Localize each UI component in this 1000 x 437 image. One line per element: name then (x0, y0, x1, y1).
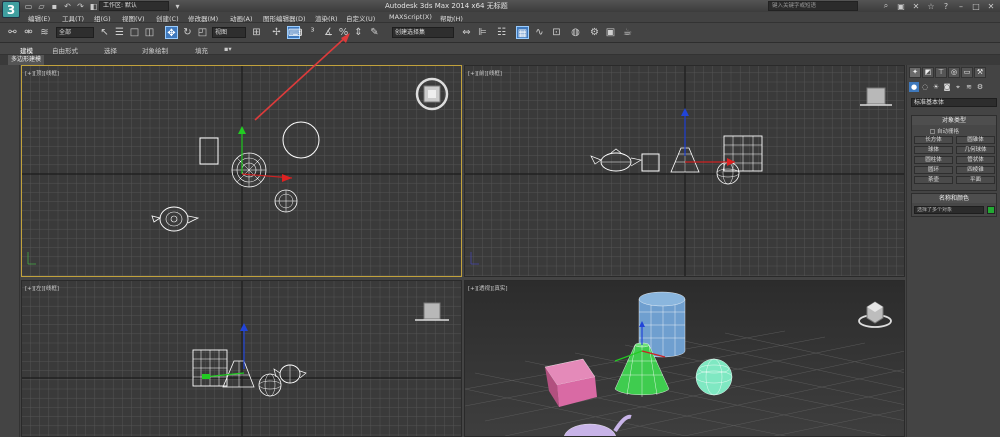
viewport-label-perspective[interactable]: [+][透视][真实] (468, 284, 507, 292)
command-panel-tabs: ✦ ◩ ⊤ ◎ ▭ ⚒ (909, 67, 986, 78)
lights-icon[interactable]: ☀ (931, 82, 941, 92)
checkbox-box[interactable] (930, 129, 935, 134)
annotation-arrow-overlay (254, 33, 350, 121)
space-warps-icon[interactable]: ≋ (964, 82, 974, 92)
display-tab-icon[interactable]: ▭ (961, 67, 973, 78)
geometry-icon[interactable]: ● (909, 82, 919, 92)
plane-button[interactable]: 平面 (956, 176, 995, 184)
torus-button[interactable]: 圆环 (914, 166, 953, 174)
create-categories: ● ◌ ☀ ◙ ⌖ ≋ ⚙ (909, 82, 985, 92)
viewport-label-top[interactable]: [+][顶][线框] (25, 69, 59, 77)
box-button[interactable]: 长方体 (914, 136, 953, 144)
command-panel: ✦ ◩ ⊤ ◎ ▭ ⚒ ● ◌ ☀ ◙ ⌖ ≋ ⚙ 标准基本体 对象类型 自动栅… (906, 65, 1000, 437)
teapot-button[interactable]: 茶壶 (914, 176, 953, 184)
primitive-category-dropdown[interactable]: 标准基本体 (911, 98, 997, 107)
autogrid-checkbox[interactable]: 自动栅格 (930, 127, 959, 135)
annotation-arrow-head (341, 33, 350, 43)
viewport-label-front[interactable]: [+][前][线框] (468, 69, 502, 77)
cameras-icon[interactable]: ◙ (942, 82, 952, 92)
app-logo-icon[interactable]: 3 (2, 1, 20, 18)
autogrid-label: 自动栅格 (937, 129, 960, 135)
hierarchy-tab-icon[interactable]: ⊤ (935, 67, 947, 78)
cone-button[interactable]: 圆锥体 (956, 136, 995, 144)
object-color-swatch[interactable] (987, 206, 995, 214)
systems-icon[interactable]: ⚙ (975, 82, 985, 92)
create-tab-icon[interactable]: ✦ (909, 67, 921, 78)
name-and-color-header[interactable]: 名称和颜色 (912, 194, 996, 203)
viewport-label-left[interactable]: [+][左][线框] (25, 284, 59, 292)
object-type-rollout: 对象类型 自动栅格 长方体 圆锥体 球体 几何球体 圆柱体 管状体 圆环 四棱锥… (911, 115, 997, 191)
utilities-tab-icon[interactable]: ⚒ (974, 67, 986, 78)
object-name-field[interactable]: 选择了多个对象 (914, 206, 984, 214)
annotation-arrow-line (254, 34, 349, 121)
motion-tab-icon[interactable]: ◎ (948, 67, 960, 78)
shapes-icon[interactable]: ◌ (920, 82, 930, 92)
geosphere-button[interactable]: 几何球体 (956, 146, 995, 154)
sphere-button[interactable]: 球体 (914, 146, 953, 154)
object-type-header[interactable]: 对象类型 (912, 116, 996, 125)
pyramid-button[interactable]: 四棱锥 (956, 166, 995, 174)
helpers-icon[interactable]: ⌖ (953, 82, 963, 92)
modify-tab-icon[interactable]: ◩ (922, 67, 934, 78)
cylinder-button[interactable]: 圆柱体 (914, 156, 953, 164)
app-window: ▭ ▱ ▪ ↶ ↷ ◧ ◨ ▤ 工作区: 默认 ▾ Autodesk 3ds M… (0, 0, 1000, 437)
name-and-color-rollout: 名称和颜色 选择了多个对象 (911, 193, 997, 217)
tube-button[interactable]: 管状体 (956, 156, 995, 164)
